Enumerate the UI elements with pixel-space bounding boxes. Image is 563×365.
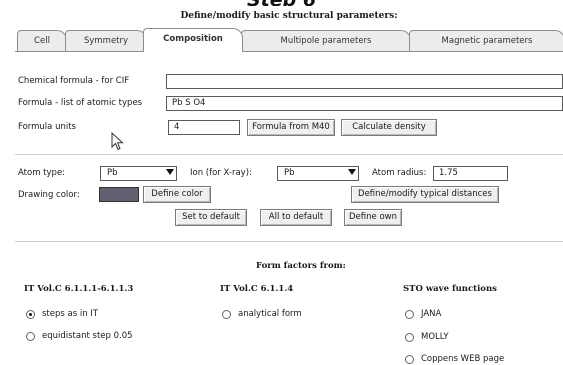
- jana-radio[interactable]: [405, 310, 414, 319]
- all-to-default-button[interactable]: All to default: [260, 209, 332, 226]
- define-color-button[interactable]: Define color: [143, 186, 211, 203]
- atom-type-label: Atom type:: [18, 168, 66, 178]
- chevron-down-icon: [166, 169, 174, 175]
- coppens-web-page-label: Coppens WEB page: [421, 354, 505, 364]
- equidistant-step-radio[interactable]: [26, 332, 35, 341]
- define-typical-distances-button[interactable]: Define/modify typical distances: [351, 186, 499, 203]
- analytical-form-label: analytical form: [238, 309, 302, 319]
- atomic-types-label: Formula - list of atomic types: [18, 98, 143, 108]
- dialog-title: Define/modify basic structural parameter…: [180, 11, 398, 21]
- jana-label: JANA: [421, 309, 442, 319]
- chemical-formula-label: Chemical formula - for CIF: [18, 76, 130, 86]
- equidistant-step-label: equidistant step 0.05: [42, 331, 133, 341]
- drawing-color-swatch[interactable]: [99, 187, 139, 202]
- mouse-pointer-icon: [111, 132, 124, 151]
- tab-multipole-parameters[interactable]: Multipole parameters: [241, 30, 411, 51]
- form-factors-title: Form factors from:: [256, 261, 346, 271]
- drawing-color-label: Drawing color:: [18, 190, 80, 200]
- coppens-web-page-radio[interactable]: [405, 355, 414, 364]
- formula-units-input[interactable]: 4: [168, 120, 240, 135]
- it-vol-c-6111-header: IT Vol.C 6.1.1.1-6.1.1.3: [24, 284, 134, 294]
- atom-radius-label: Atom radius:: [372, 168, 427, 178]
- section-divider: [15, 154, 563, 155]
- define-own-button[interactable]: Define own: [344, 209, 402, 226]
- chemical-formula-input[interactable]: [166, 74, 563, 89]
- calculate-density-button[interactable]: Calculate density: [341, 119, 437, 136]
- atom-radius-input[interactable]: 1.75: [433, 166, 508, 181]
- analytical-form-radio[interactable]: [222, 310, 231, 319]
- tab-symmetry[interactable]: Symmetry: [65, 30, 147, 51]
- set-to-default-button[interactable]: Set to default: [175, 209, 247, 226]
- ion-label: Ion (for X-ray):: [190, 168, 252, 178]
- ion-select[interactable]: Pb: [277, 166, 359, 181]
- formula-units-label: Formula units: [18, 122, 76, 132]
- atomic-types-input[interactable]: Pb S O4: [166, 96, 563, 111]
- steps-as-in-it-label: steps as in IT: [42, 309, 99, 319]
- section-divider: [15, 241, 563, 242]
- molly-radio[interactable]: [405, 333, 414, 342]
- tab-cell[interactable]: Cell: [17, 30, 67, 51]
- atom-type-value: Pb: [107, 168, 118, 178]
- it-vol-c-6114-header: IT Vol.C 6.1.1.4: [220, 284, 294, 294]
- molly-label: MOLLY: [421, 332, 449, 342]
- structural-parameters-dialog: Define/modify basic structural parameter…: [15, 6, 563, 365]
- ion-value: Pb: [284, 168, 295, 178]
- atom-type-select[interactable]: Pb: [100, 166, 177, 181]
- tab-composition[interactable]: Composition: [143, 28, 243, 52]
- tab-magnetic-parameters[interactable]: Magnetic parameters: [409, 30, 563, 51]
- sto-wave-functions-header: STO wave functions: [403, 284, 497, 294]
- chevron-down-icon: [348, 169, 356, 175]
- steps-as-in-it-radio[interactable]: [26, 310, 35, 319]
- tab-underline: [15, 51, 563, 52]
- formula-from-m40-button[interactable]: Formula from M40: [247, 119, 335, 136]
